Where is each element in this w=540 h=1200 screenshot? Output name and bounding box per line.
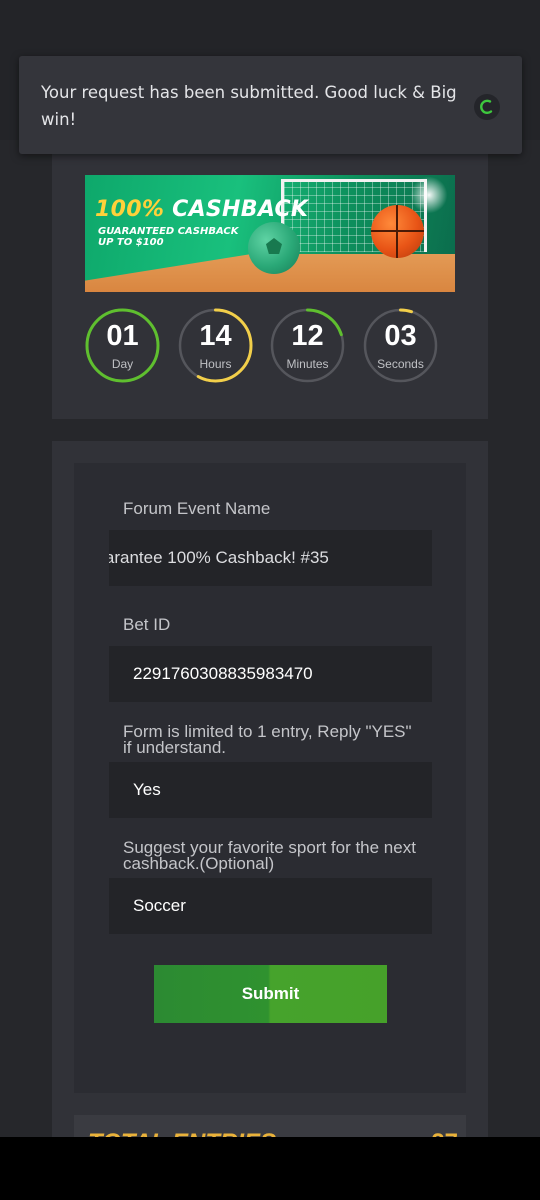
submit-button[interactable]: Submit [154,965,387,1023]
banner-title-rest: CASHBACK [164,197,309,222]
banner-subtitle-line1: GUARANTEED CASHBACK [98,226,239,237]
cashback-banner[interactable]: 100% CASHBACK GUARANTEED CASHBACK UP TO … [85,175,455,292]
banner-subtitle-line2: UP TO $100 [98,237,164,248]
confirm-field[interactable]: Yes [109,762,432,818]
bet-id-label: Bet ID [123,615,171,634]
sport-suggestion-label: Suggest your favorite sport for the next… [123,838,416,873]
countdown-seconds-value: 03 [384,320,417,352]
countdown-hours-value: 14 [199,320,232,352]
countdown-seconds-unit: Seconds [377,357,424,371]
countdown-minutes-value: 12 [291,320,324,352]
event-name-field[interactable]: s Guarantee 100% Cashback! #35 [109,530,432,586]
event-name-label: Forum Event Name [123,499,271,518]
confirm-label: Form is limited to 1 entry, Reply "YES" … [123,722,412,757]
toast-message: Your request has been submitted. Good lu… [41,83,457,129]
countdown-minutes-unit: Minutes [286,357,329,371]
banner-title-highlight: 100% [95,197,165,222]
event-name-value: s Guarantee 100% Cashback! #35 [109,548,329,567]
bet-id-field[interactable]: 2291760308835983470 [109,646,432,702]
banner-subtitle: GUARANTEED CASHBACK UP TO $100 [98,226,238,248]
countdown-day-value: 01 [106,320,139,352]
soccer-ball-icon [248,222,300,274]
system-navigation-bar [0,1137,540,1200]
countdown-day: 01 Day [85,308,160,383]
countdown-seconds: 03 Seconds [363,308,438,383]
loading-spinner-arc [480,99,493,115]
countdown-hours-unit: Hours [199,357,232,371]
countdown-hours: 14 Hours [178,308,253,383]
submission-toast[interactable]: Your request has been submitted. Good lu… [19,56,522,154]
basketball-icon [371,205,424,258]
banner-title: 100% CASHBACK [95,197,308,222]
light-flare-graphic [409,175,449,215]
countdown-day-unit: Day [111,357,134,371]
loading-spinner-icon [474,94,500,120]
countdown-minutes: 12 Minutes [270,308,345,383]
sport-suggestion-field[interactable]: Soccer [109,878,432,934]
